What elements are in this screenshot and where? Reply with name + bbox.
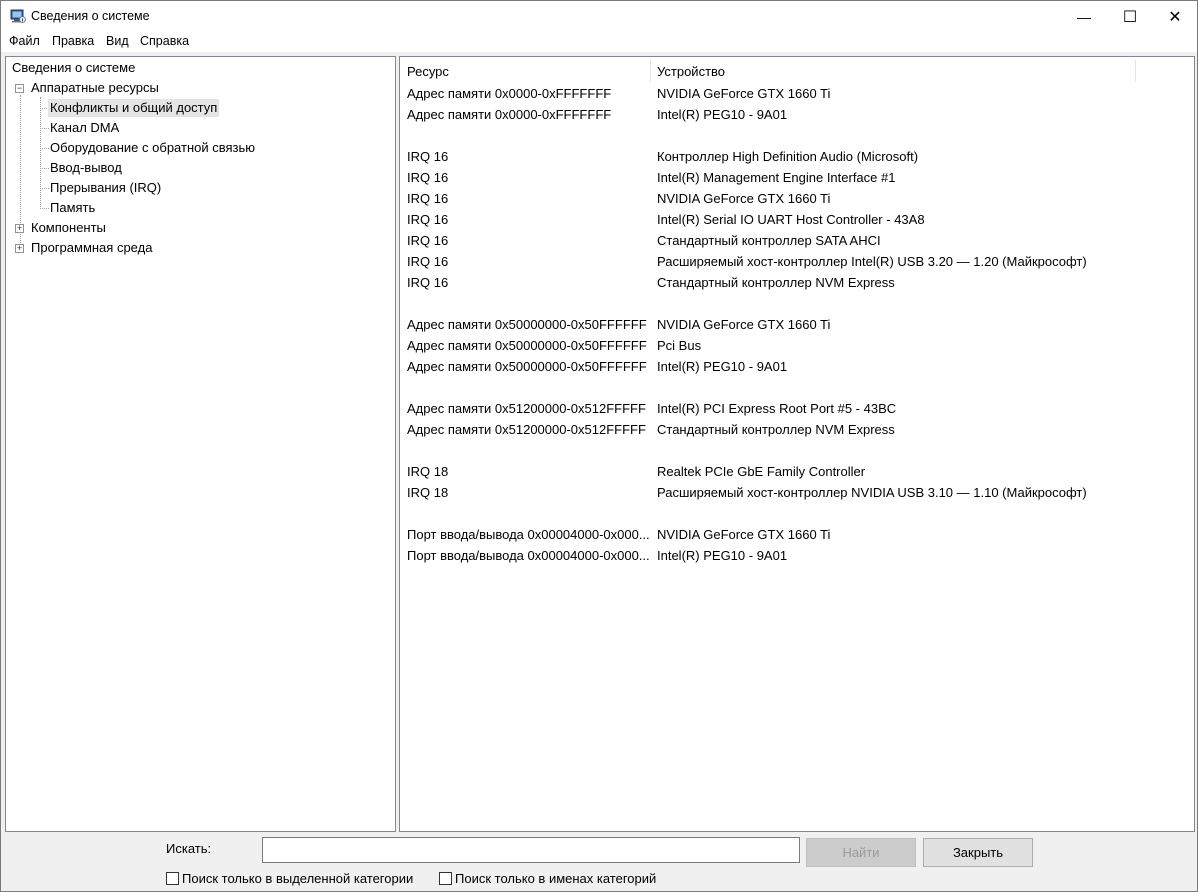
window-title: Сведения о системе bbox=[31, 9, 150, 23]
table-cell-device[interactable]: Стандартный контроллер NVM Express bbox=[657, 421, 1187, 439]
tree-item-components[interactable]: Компоненты bbox=[31, 219, 106, 237]
tree-item-system-summary[interactable]: Сведения о системе bbox=[12, 59, 135, 77]
tree-item-software-environment[interactable]: Программная среда bbox=[31, 239, 152, 257]
tree-item-forced-hardware[interactable]: Оборудование с обратной связью bbox=[50, 139, 255, 157]
table-cell-resource[interactable]: IRQ 18 bbox=[407, 463, 651, 481]
table-cell-resource[interactable]: Адрес памяти 0x50000000-0x50FFFFFF bbox=[407, 337, 651, 355]
table-cell-resource[interactable]: Адрес памяти 0x0000-0xFFFFFFF bbox=[407, 85, 651, 103]
tree-item-hardware-resources[interactable]: Аппаратные ресурсы bbox=[31, 79, 159, 97]
table-cell-device[interactable]: Intel(R) Serial IO UART Host Controller … bbox=[657, 211, 1187, 229]
table-cell-device[interactable]: NVIDIA GeForce GTX 1660 Ti bbox=[657, 190, 1187, 208]
menu-file[interactable]: Файл bbox=[9, 34, 40, 48]
search-selected-category-option[interactable]: Поиск только в выделенной категории bbox=[166, 870, 413, 886]
table-cell-device[interactable]: Intel(R) PCI Express Root Port #5 - 43BC bbox=[657, 400, 1187, 418]
search-category-names-label: Поиск только в именах категорий bbox=[455, 870, 657, 886]
table-cell-resource[interactable]: IRQ 16 bbox=[407, 253, 651, 271]
table-cell-resource[interactable]: Адрес памяти 0x50000000-0x50FFFFFF bbox=[407, 358, 651, 376]
table-cell-device[interactable]: Pci Bus bbox=[657, 337, 1187, 355]
table-cell-resource[interactable]: IRQ 16 bbox=[407, 211, 651, 229]
table-cell-resource[interactable]: IRQ 16 bbox=[407, 169, 651, 187]
menu-view[interactable]: Вид bbox=[106, 34, 129, 48]
column-divider[interactable] bbox=[1135, 60, 1136, 82]
table-cell-device[interactable]: Расширяемый хост-контроллер NVIDIA USB 3… bbox=[657, 484, 1187, 502]
menu-help[interactable]: Справка bbox=[140, 34, 189, 48]
minimize-icon: — bbox=[1077, 8, 1091, 25]
table-cell-device[interactable]: NVIDIA GeForce GTX 1660 Ti bbox=[657, 316, 1187, 334]
maximize-button[interactable]: ☐ bbox=[1107, 1, 1153, 32]
table-cell-device[interactable]: Контроллер High Definition Audio (Micros… bbox=[657, 148, 1187, 166]
tree-connector bbox=[40, 97, 41, 209]
maximize-icon: ☐ bbox=[1122, 8, 1138, 26]
tree-item-io[interactable]: Ввод-вывод bbox=[50, 159, 122, 177]
table-cell-resource[interactable]: Порт ввода/вывода 0x00004000-0x000... bbox=[407, 547, 651, 565]
close-button[interactable]: Закрыть bbox=[923, 838, 1033, 867]
table-cell-resource[interactable]: Адрес памяти 0x51200000-0x512FFFFF bbox=[407, 421, 651, 439]
table-cell-resource[interactable]: Адрес памяти 0x51200000-0x512FFFFF bbox=[407, 400, 651, 418]
menu-bar: Файл Правка Вид Справка bbox=[1, 32, 1197, 52]
title-bar: Сведения о системе — ☐ ✕ bbox=[1, 1, 1197, 32]
tree-item-irqs[interactable]: Прерывания (IRQ) bbox=[50, 179, 161, 197]
search-category-names-checkbox[interactable] bbox=[439, 871, 452, 885]
table-cell-resource[interactable]: IRQ 16 bbox=[407, 190, 651, 208]
collapse-icon[interactable]: − bbox=[15, 84, 24, 93]
table-cell-resource[interactable]: IRQ 16 bbox=[407, 148, 651, 166]
system-info-app-icon bbox=[10, 9, 26, 23]
column-divider[interactable] bbox=[650, 60, 651, 82]
table-cell-device[interactable]: Realtek PCIe GbE Family Controller bbox=[657, 463, 1187, 481]
tree-item-dma[interactable]: Канал DMA bbox=[50, 119, 119, 137]
search-label: Искать: bbox=[166, 841, 212, 856]
table-cell-device[interactable]: Стандартный контроллер SATA AHCI bbox=[657, 232, 1187, 250]
column-header-device[interactable]: Устройство bbox=[657, 63, 725, 81]
column-header-resource[interactable]: Ресурс bbox=[407, 63, 449, 81]
table-cell-device[interactable]: NVIDIA GeForce GTX 1660 Ti bbox=[657, 85, 1187, 103]
expand-icon[interactable]: + bbox=[15, 244, 24, 253]
table-cell-device[interactable]: Стандартный контроллер NVM Express bbox=[657, 274, 1187, 292]
tree-connector bbox=[40, 148, 49, 149]
expand-icon[interactable]: + bbox=[15, 224, 24, 233]
tree-connector bbox=[40, 188, 49, 189]
search-input[interactable] bbox=[262, 837, 800, 863]
close-icon: ✕ bbox=[1168, 8, 1182, 26]
table-cell-device[interactable]: Intel(R) PEG10 - 9A01 bbox=[657, 547, 1187, 565]
table-cell-resource[interactable]: Порт ввода/вывода 0x00004000-0x000... bbox=[407, 526, 651, 544]
close-window-button[interactable]: ✕ bbox=[1152, 1, 1198, 32]
table-cell-resource[interactable]: IRQ 16 bbox=[407, 232, 651, 250]
menu-edit[interactable]: Правка bbox=[52, 34, 94, 48]
table-cell-device[interactable]: Intel(R) PEG10 - 9A01 bbox=[657, 358, 1187, 376]
table-cell-device[interactable]: Intel(R) Management Engine Interface #1 bbox=[657, 169, 1187, 187]
tree-connector bbox=[40, 128, 49, 129]
table-cell-resource[interactable]: Адрес памяти 0x50000000-0x50FFFFFF bbox=[407, 316, 651, 334]
search-category-names-option[interactable]: Поиск только в именах категорий bbox=[439, 870, 656, 886]
table-cell-device[interactable]: Intel(R) PEG10 - 9A01 bbox=[657, 106, 1187, 124]
tree-item-conflicts-sharing[interactable]: Конфликты и общий доступ bbox=[48, 99, 220, 117]
minimize-button[interactable]: — bbox=[1061, 1, 1107, 32]
search-selected-category-checkbox[interactable] bbox=[166, 871, 179, 885]
tree-connector bbox=[40, 168, 49, 169]
table-cell-resource[interactable]: IRQ 18 bbox=[407, 484, 651, 502]
table-cell-device[interactable]: NVIDIA GeForce GTX 1660 Ti bbox=[657, 526, 1187, 544]
table-cell-resource[interactable]: Адрес памяти 0x0000-0xFFFFFFF bbox=[407, 106, 651, 124]
search-selected-category-label: Поиск только в выделенной категории bbox=[182, 870, 414, 886]
tree-connector bbox=[40, 208, 49, 209]
details-list[interactable]: Ресурс Устройство Адрес памяти 0x0000-0x… bbox=[399, 56, 1195, 832]
find-button[interactable]: Найти bbox=[806, 838, 916, 867]
category-tree[interactable]: Сведения о системе − Аппаратные ресурсы … bbox=[5, 56, 396, 832]
table-cell-device[interactable]: Расширяемый хост-контроллер Intel(R) USB… bbox=[657, 253, 1187, 271]
tree-item-memory[interactable]: Память bbox=[50, 199, 95, 217]
table-cell-resource[interactable]: IRQ 16 bbox=[407, 274, 651, 292]
